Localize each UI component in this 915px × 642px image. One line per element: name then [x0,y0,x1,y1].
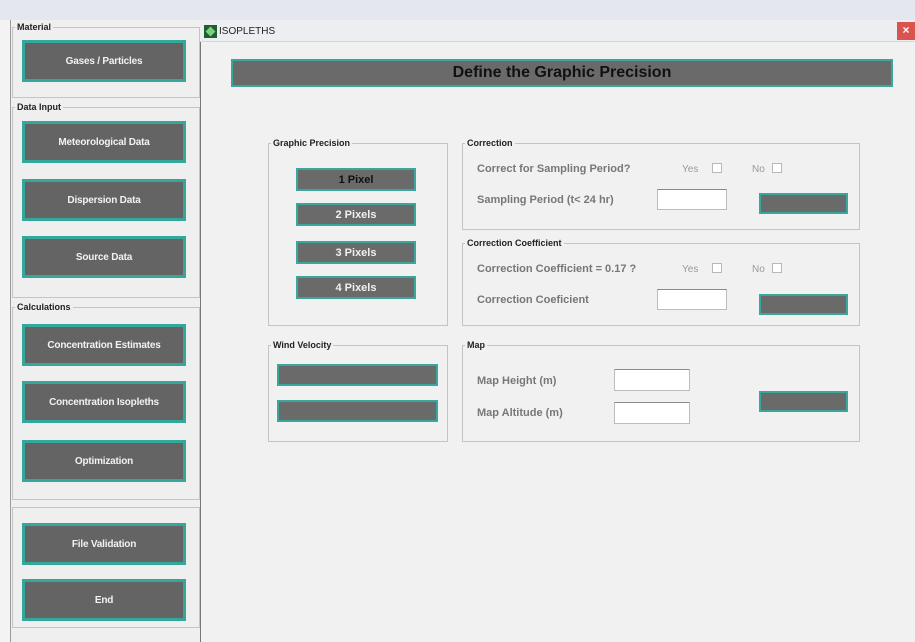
correction-no-checkbox[interactable] [772,163,782,173]
end-button[interactable]: End [22,579,186,621]
title-bar [200,20,915,42]
precision-4-pixels-button[interactable]: 4 Pixels [296,276,416,299]
precision-3-pixels-button[interactable]: 3 Pixels [296,241,416,264]
concentration-estimates-button[interactable]: Concentration Estimates [22,324,186,366]
coefficient-yes-checkbox[interactable] [712,263,722,273]
correction-coefficient-legend: Correction Coefficient [467,238,562,248]
precision-1-pixel-button[interactable]: 1 Pixel [296,168,416,191]
wind-velocity-button-1[interactable] [277,364,438,386]
app-icon [204,25,217,38]
data-input-legend: Data Input [17,102,61,112]
correction-yes-label: Yes [682,164,699,175]
correction-group: Correction [462,138,860,230]
source-data-button[interactable]: Source Data [22,236,186,278]
correction-coeficient-label: Correction Coeficient [477,294,589,306]
map-altitude-input[interactable] [614,402,690,424]
file-validation-button[interactable]: File Validation [22,523,186,565]
window-title: ISOPLETHS [219,26,276,37]
wind-velocity-button-2[interactable] [277,400,438,422]
correction-legend: Correction [467,138,513,148]
map-altitude-label: Map Altitude (m) [477,407,563,419]
gases-particles-button[interactable]: Gases / Particles [22,40,186,82]
correction-coefficient-question: Correction Coefficient = 0.17 ? [477,263,637,275]
top-strip [0,0,915,20]
coefficient-no-label: No [752,264,765,275]
wind-velocity-legend: Wind Velocity [273,340,332,350]
map-apply-button[interactable] [759,391,848,412]
close-icon[interactable]: × [897,22,915,40]
meteorological-data-button[interactable]: Meteorological Data [22,121,186,163]
correction-coeficient-apply-button[interactable] [759,294,848,315]
graphic-precision-legend: Graphic Precision [273,138,351,148]
correction-coeficient-input[interactable] [657,289,727,310]
precision-2-pixels-button[interactable]: 2 Pixels [296,203,416,226]
dispersion-data-button[interactable]: Dispersion Data [22,179,186,221]
map-height-input[interactable] [614,369,690,391]
sampling-period-apply-button[interactable] [759,193,848,214]
map-legend: Map [467,340,485,350]
coefficient-no-checkbox[interactable] [772,263,782,273]
material-legend: Material [17,22,52,32]
sampling-period-input[interactable] [657,189,727,210]
concentration-isopleths-button[interactable]: Concentration Isopleths [22,381,186,423]
optimization-button[interactable]: Optimization [22,440,186,482]
coefficient-yes-label: Yes [682,264,699,275]
calculations-legend: Calculations [17,302,71,312]
page-header: Define the Graphic Precision [231,59,893,87]
sampling-period-label: Sampling Period (t< 24 hr) [477,194,614,206]
map-height-label: Map Height (m) [477,375,557,387]
isopleths-window [200,20,915,642]
correction-yes-checkbox[interactable] [712,163,722,173]
wind-velocity-group: Wind Velocity [268,340,448,442]
sidebar: Material Gases / Particles Data Input Me… [10,20,202,642]
correction-no-label: No [752,164,765,175]
correct-sampling-question: Correct for Sampling Period? [477,163,631,175]
